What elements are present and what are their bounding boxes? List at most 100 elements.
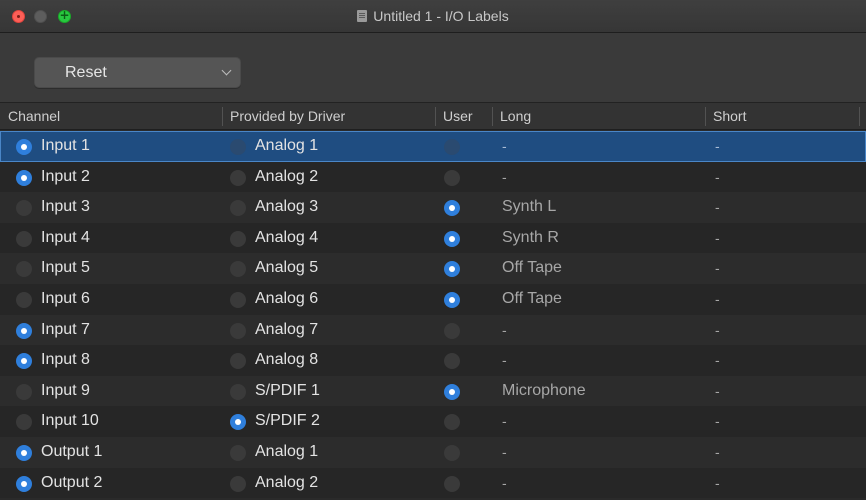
driver-radio[interactable]: [230, 414, 246, 431]
long-label-field[interactable]: Off Tape: [502, 253, 562, 283]
channel-radio[interactable]: [16, 444, 32, 461]
channel-radio[interactable]: [16, 291, 32, 308]
channel-label: Input 9: [41, 381, 90, 399]
driver-radio[interactable]: [230, 444, 246, 461]
table-row[interactable]: Input 5 Analog 5 Off Tape -: [0, 253, 866, 284]
user-radio[interactable]: [444, 261, 460, 278]
driver-label: Analog 2: [255, 473, 319, 491]
channel-radio[interactable]: [16, 169, 32, 186]
short-label-field[interactable]: -: [715, 345, 720, 375]
table-row[interactable]: Input 9 S/PDIF 1 Microphone -: [0, 375, 866, 407]
channel-label: Input 4: [41, 228, 90, 246]
driver-radio[interactable]: [230, 383, 246, 400]
table-row[interactable]: Output 1 Analog 1 - -: [0, 436, 866, 468]
short-label-field[interactable]: -: [715, 223, 720, 253]
driver-radio[interactable]: [230, 475, 246, 492]
column-header-driver[interactable]: Provided by Driver: [222, 103, 435, 130]
long-label-field[interactable]: -: [502, 315, 507, 345]
channel-radio[interactable]: [16, 139, 32, 155]
driver-label: Analog 6: [255, 289, 319, 307]
table-row[interactable]: Input 3 Analog 3 Synth L -: [0, 192, 866, 223]
table-row[interactable]: Input 10 S/PDIF 2 - -: [0, 406, 866, 437]
short-label-field[interactable]: -: [715, 437, 720, 467]
long-label-field[interactable]: -: [502, 345, 507, 375]
column-header-channel[interactable]: Channel: [0, 103, 222, 130]
channel-label: Input 2: [41, 167, 90, 185]
column-header-long[interactable]: Long: [492, 103, 705, 130]
short-label-field[interactable]: -: [715, 131, 720, 161]
window-title: Untitled 1 - I/O Labels: [373, 8, 509, 24]
driver-radio[interactable]: [230, 139, 246, 155]
driver-radio[interactable]: [230, 230, 246, 247]
io-labels-window: Untitled 1 - I/O Labels Reset Channel Pr…: [0, 0, 866, 500]
table-row[interactable]: Input 4 Analog 4 Synth R -: [0, 222, 866, 254]
column-divider[interactable]: [859, 107, 860, 126]
short-label-field[interactable]: -: [715, 162, 720, 192]
short-label-field[interactable]: -: [715, 284, 720, 314]
long-label-field[interactable]: Microphone: [502, 376, 586, 406]
long-label-field[interactable]: Synth L: [502, 192, 556, 222]
column-header-short[interactable]: Short: [705, 103, 860, 130]
channel-radio[interactable]: [16, 230, 32, 247]
driver-radio[interactable]: [230, 200, 246, 217]
toolbar: Reset: [0, 33, 866, 102]
user-radio[interactable]: [444, 414, 460, 431]
long-label-field[interactable]: Off Tape: [502, 284, 562, 314]
user-radio[interactable]: [444, 322, 460, 339]
driver-label: Analog 3: [255, 198, 319, 216]
long-label-field[interactable]: -: [502, 162, 507, 192]
user-radio[interactable]: [444, 353, 460, 370]
reset-label: Reset: [65, 64, 107, 81]
channel-label: Input 3: [41, 198, 90, 216]
driver-label: S/PDIF 1: [255, 381, 320, 399]
driver-radio[interactable]: [230, 291, 246, 308]
channel-radio[interactable]: [16, 322, 32, 339]
driver-radio[interactable]: [230, 353, 246, 370]
channel-radio[interactable]: [16, 261, 32, 278]
table-row[interactable]: Input 1 Analog 1 - -: [0, 131, 866, 162]
user-radio[interactable]: [444, 139, 460, 155]
channel-label: Input 6: [41, 289, 90, 307]
channel-radio[interactable]: [16, 200, 32, 217]
channel-label: Input 5: [41, 259, 90, 277]
driver-radio[interactable]: [230, 261, 246, 278]
column-header-user[interactable]: User: [435, 103, 492, 130]
channel-label: Input 1: [41, 137, 90, 154]
user-radio[interactable]: [444, 444, 460, 461]
driver-radio[interactable]: [230, 322, 246, 339]
short-label-field[interactable]: -: [715, 192, 720, 222]
chevron-down-icon: [221, 65, 232, 76]
long-label-field[interactable]: -: [502, 437, 507, 467]
long-label-field[interactable]: Synth R: [502, 223, 559, 253]
channel-radio[interactable]: [16, 383, 32, 400]
table-row[interactable]: Input 6 Analog 6 Off Tape -: [0, 283, 866, 315]
table-row[interactable]: Input 8 Analog 8 - -: [0, 345, 866, 376]
long-label-field[interactable]: -: [502, 406, 507, 436]
user-radio[interactable]: [444, 291, 460, 308]
short-label-field[interactable]: -: [715, 376, 720, 406]
table-row[interactable]: Input 2 Analog 2 - -: [0, 161, 866, 193]
channel-radio[interactable]: [16, 353, 32, 370]
driver-label: Analog 7: [255, 320, 319, 338]
user-radio[interactable]: [444, 383, 460, 400]
driver-label: Analog 8: [255, 351, 319, 369]
channel-radio[interactable]: [16, 414, 32, 431]
short-label-field[interactable]: -: [715, 406, 720, 436]
long-label-field[interactable]: -: [502, 468, 507, 498]
window-title-area: Untitled 1 - I/O Labels: [0, 0, 866, 32]
driver-radio[interactable]: [230, 169, 246, 186]
table-row[interactable]: Output 2 Analog 2 - -: [0, 467, 866, 499]
reset-popup-button[interactable]: Reset: [34, 57, 241, 88]
user-radio[interactable]: [444, 169, 460, 186]
short-label-field[interactable]: -: [715, 253, 720, 283]
table-row[interactable]: Input 7 Analog 7 - -: [0, 314, 866, 346]
channel-radio[interactable]: [16, 475, 32, 492]
long-label-field[interactable]: -: [502, 131, 507, 161]
short-label-field[interactable]: -: [715, 468, 720, 498]
user-radio[interactable]: [444, 230, 460, 247]
driver-label: Analog 2: [255, 167, 319, 185]
user-radio[interactable]: [444, 475, 460, 492]
user-radio[interactable]: [444, 200, 460, 217]
short-label-field[interactable]: -: [715, 315, 720, 345]
channel-label: Input 7: [41, 320, 90, 338]
